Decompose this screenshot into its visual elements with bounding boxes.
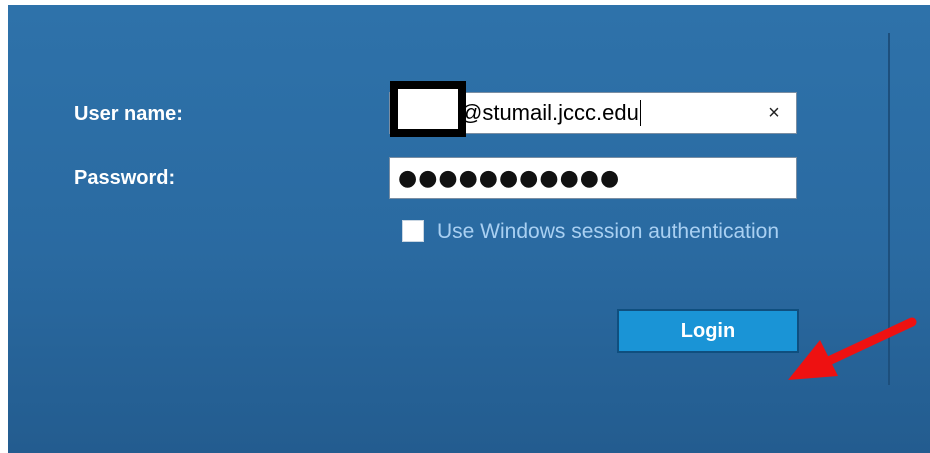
windows-auth-checkbox[interactable]: [402, 220, 424, 242]
login-button[interactable]: Login: [617, 309, 799, 353]
text-caret: [639, 100, 641, 126]
windows-auth-label[interactable]: Use Windows session authentication: [437, 220, 779, 244]
close-icon[interactable]: ×: [766, 101, 782, 125]
arrow-shaft: [815, 317, 917, 370]
password-field[interactable]: ●●●●●●●●●●●: [389, 157, 797, 199]
red-arrow-annotation: [788, 317, 917, 380]
redaction-box: [390, 81, 466, 137]
username-field[interactable]: @stumail.jccc.edu ×: [389, 81, 797, 137]
username-label: User name:: [74, 103, 183, 125]
password-value: ●●●●●●●●●●●: [398, 166, 621, 191]
password-label: Password:: [74, 167, 176, 189]
username-value: @stumail.jccc.edu: [460, 100, 641, 126]
